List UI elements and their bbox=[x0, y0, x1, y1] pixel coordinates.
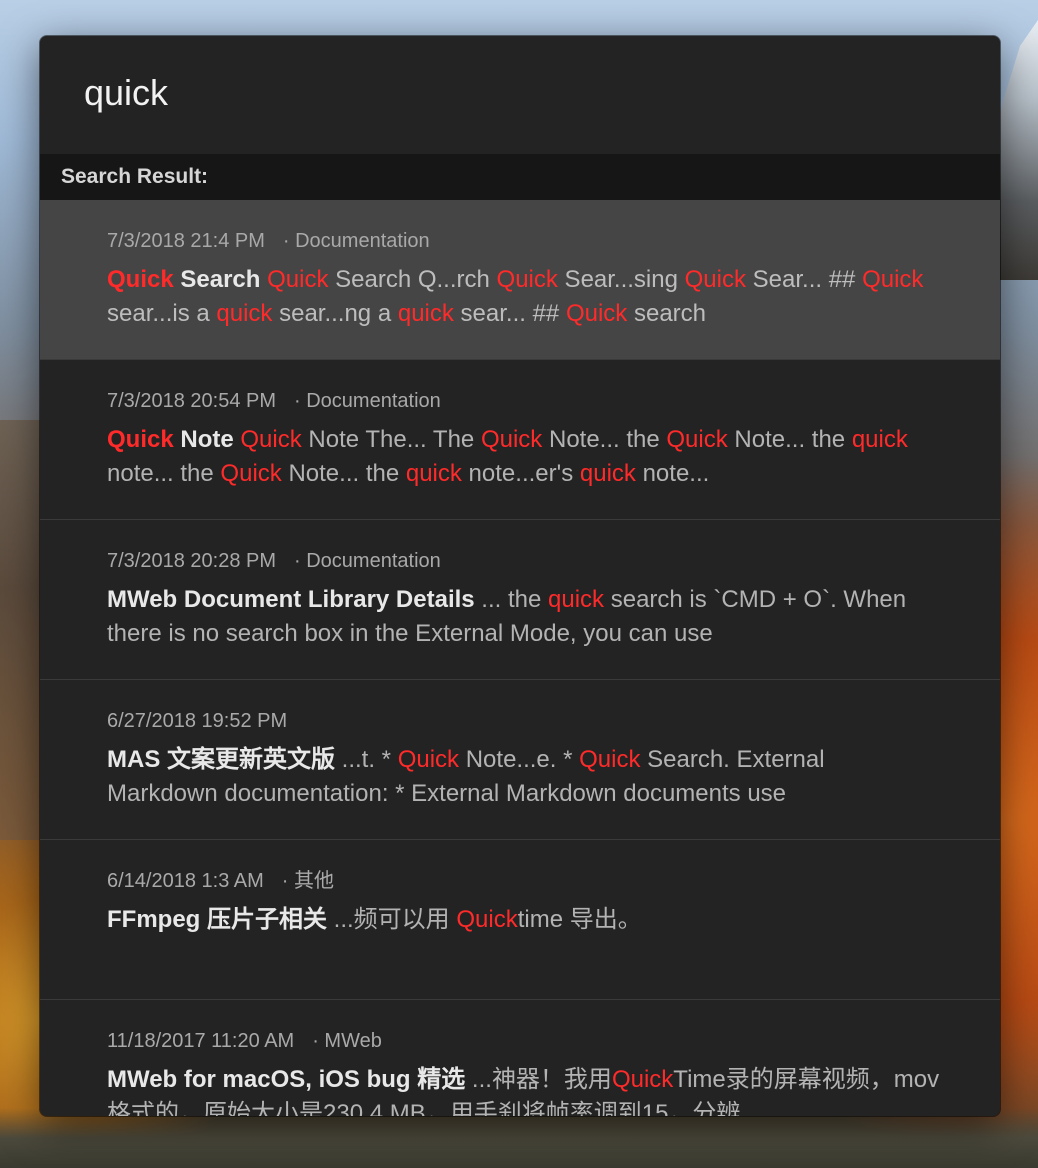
result-date: 7/3/2018 21:4 PM bbox=[107, 230, 265, 252]
result-item[interactable]: 6/27/2018 19:52 PM MAS 文案更新英文版 ...t. * Q… bbox=[40, 680, 1000, 840]
quick-search-panel: Search Result: 7/3/2018 21:4 PM · Documen… bbox=[40, 36, 1000, 1116]
result-date: 11/18/2017 11:20 AM bbox=[107, 1030, 295, 1052]
match-highlight: Quick bbox=[862, 266, 924, 293]
result-category: · MWeb bbox=[312, 1030, 382, 1052]
result-item[interactable]: 11/18/2017 11:20 AM · MWeb MWeb for macOS… bbox=[40, 1000, 1000, 1116]
snippet-text: Note... the bbox=[281, 460, 406, 487]
result-meta: 6/14/2018 1:3 AM · 其他 bbox=[107, 868, 940, 894]
result-meta: 6/27/2018 19:52 PM bbox=[107, 708, 940, 734]
snippet-text: Search Q...rch bbox=[328, 266, 497, 293]
snippet-text: sear...is a bbox=[107, 300, 217, 327]
snippet-text: Note...e. * bbox=[459, 746, 580, 773]
snippet-text: ...频可以用 bbox=[327, 906, 457, 933]
result-meta: 11/18/2017 11:20 AM · MWeb bbox=[107, 1028, 940, 1054]
result-meta: 7/3/2018 21:4 PM · Documentation bbox=[107, 228, 940, 254]
match-highlight: Quick bbox=[565, 300, 628, 327]
search-area bbox=[40, 36, 1000, 154]
match-highlight: Quick bbox=[684, 266, 746, 293]
match-highlight: Quick bbox=[220, 460, 282, 487]
result-title: Note bbox=[173, 426, 234, 453]
result-snippet: Quick Note Quick Note The... The Quick N… bbox=[107, 423, 940, 491]
match-highlight: quick bbox=[405, 460, 462, 487]
result-title: MWeb for macOS, iOS bug 精选 bbox=[107, 1066, 466, 1093]
match-highlight: quick bbox=[548, 586, 605, 613]
snippet-text: Note... the bbox=[542, 426, 667, 453]
match-highlight: Quick bbox=[107, 266, 174, 293]
snippet-text: ...t. * bbox=[335, 746, 398, 773]
result-date: 6/14/2018 1:3 AM bbox=[107, 870, 264, 892]
snippet-text: note... bbox=[635, 460, 710, 487]
match-highlight: Quick bbox=[666, 426, 728, 453]
match-highlight: quick bbox=[851, 426, 908, 453]
snippet-text: time 导出。 bbox=[517, 906, 642, 933]
result-snippet: MWeb for macOS, iOS bug 精选 ...神器！我用Quick… bbox=[107, 1063, 940, 1116]
match-highlight: Quick bbox=[611, 1066, 674, 1093]
search-input[interactable] bbox=[84, 70, 944, 116]
result-list: 7/3/2018 21:4 PM · Documentation Quick Se… bbox=[40, 200, 1000, 1116]
result-snippet: Quick Search Quick Search Q...rch Quick … bbox=[107, 263, 940, 331]
snippet-text: note... the bbox=[107, 460, 221, 487]
snippet-text: ...神器！我用 bbox=[465, 1066, 612, 1093]
result-meta: 7/3/2018 20:28 PM · Documentation bbox=[107, 548, 940, 574]
result-title: MWeb Document Library Details bbox=[107, 586, 475, 613]
result-item[interactable]: 7/3/2018 20:28 PM · Documentation MWeb Do… bbox=[40, 520, 1000, 680]
match-highlight: quick bbox=[397, 300, 454, 327]
wallpaper-mountain-left bbox=[0, 420, 45, 840]
snippet-text: Note... the bbox=[727, 426, 852, 453]
result-snippet: MWeb Document Library Details ... the qu… bbox=[107, 583, 940, 651]
result-item[interactable]: 7/3/2018 20:54 PM · Documentation Quick N… bbox=[40, 360, 1000, 520]
result-category: · Documentation bbox=[294, 390, 441, 412]
result-title: Search bbox=[180, 266, 261, 293]
match-highlight: quick bbox=[216, 300, 273, 327]
match-highlight: Quick bbox=[480, 426, 543, 453]
result-category: · Documentation bbox=[282, 230, 430, 252]
match-highlight: Quick bbox=[397, 746, 460, 773]
match-highlight: Quick bbox=[579, 746, 641, 773]
match-highlight: quick bbox=[579, 460, 636, 487]
snippet-text: Note The... The bbox=[301, 426, 481, 453]
result-meta: 7/3/2018 20:54 PM · Documentation bbox=[107, 388, 940, 414]
result-item[interactable]: 6/14/2018 1:3 AM · 其他 FFmpeg 压片子相关 ...频可以… bbox=[40, 840, 1000, 1000]
result-category: · Documentation bbox=[294, 550, 441, 572]
search-result-header: Search Result: bbox=[40, 154, 1000, 200]
snippet-text: ... the bbox=[474, 586, 549, 613]
result-snippet: FFmpeg 压片子相关 ...频可以用 Quicktime 导出。 bbox=[107, 903, 940, 937]
snippet-text: sear...ng a bbox=[272, 300, 398, 327]
result-category: · 其他 bbox=[281, 870, 335, 892]
result-title: MAS 文案更新英文版 bbox=[107, 746, 335, 773]
snippet-text: search bbox=[627, 300, 707, 327]
wallpaper-ground bbox=[0, 1108, 1038, 1168]
match-highlight: Quick bbox=[267, 266, 329, 293]
snippet-text: Sear... ## bbox=[746, 266, 863, 293]
result-snippet: MAS 文案更新英文版 ...t. * Quick Note...e. * Qu… bbox=[107, 743, 940, 811]
snippet-text: Sear...sing bbox=[557, 266, 685, 293]
snippet-text: sear... ## bbox=[453, 300, 566, 327]
result-date: 7/3/2018 20:54 PM bbox=[107, 390, 277, 412]
match-highlight: Quick bbox=[240, 426, 302, 453]
match-highlight: Quick bbox=[496, 266, 558, 293]
result-date: 7/3/2018 20:28 PM bbox=[107, 550, 277, 572]
match-highlight: Quick bbox=[456, 906, 518, 933]
snippet-text: note...er's bbox=[461, 460, 580, 487]
match-highlight: Quick bbox=[107, 426, 174, 453]
result-title: FFmpeg 压片子相关 bbox=[107, 906, 327, 933]
result-item[interactable]: 7/3/2018 21:4 PM · Documentation Quick Se… bbox=[40, 200, 1000, 360]
result-date: 6/27/2018 19:52 PM bbox=[107, 710, 288, 732]
